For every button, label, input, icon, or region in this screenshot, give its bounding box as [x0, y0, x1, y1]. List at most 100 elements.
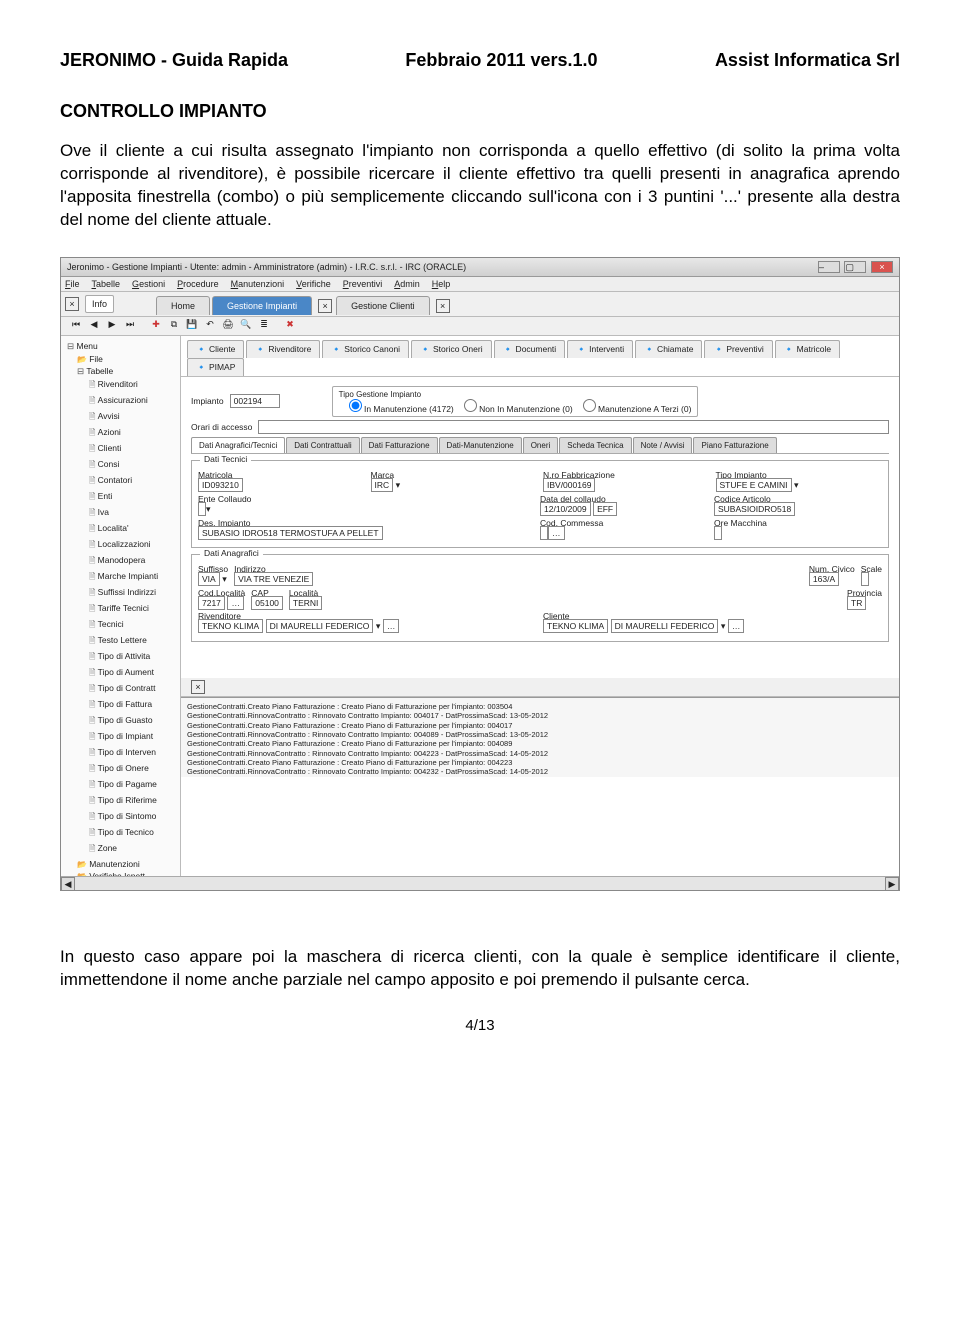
tree-node[interactable]: Assicurazioni [63, 394, 178, 410]
subtab-cliente[interactable]: 🔹 Cliente [187, 340, 244, 358]
tab-gestione-clienti[interactable]: Gestione Clienti [336, 296, 430, 315]
tree-node[interactable]: Avvisi [63, 410, 178, 426]
tree-node[interactable]: Tipo di Fattura [63, 698, 178, 714]
info-button[interactable]: Info [85, 295, 114, 313]
cliente-dropdown-icon[interactable]: ▾ [721, 621, 726, 631]
tree-node[interactable]: Contatori [63, 474, 178, 490]
menu-admin[interactable]: Admin [394, 279, 420, 289]
cap-field[interactable]: 05100 [251, 596, 283, 610]
tree-node[interactable]: Marche Impianti [63, 570, 178, 586]
codice-field[interactable]: SUBASIOIDRO518 [714, 502, 795, 516]
tree-node[interactable]: Azioni [63, 426, 178, 442]
horizontal-scrollbar[interactable]: ◀ ▶ [61, 876, 899, 890]
tree-node[interactable]: Tipo di Onere [63, 762, 178, 778]
marca-field[interactable]: IRC [371, 478, 394, 492]
close-icon[interactable]: × [871, 261, 893, 273]
search-icon[interactable]: 🔍 [239, 319, 253, 333]
des-field[interactable]: SUBASIO IDRO518 TERMOSTUFA A PELLET [198, 526, 383, 540]
menu-procedure[interactable]: Procedure [177, 279, 219, 289]
tree-node[interactable]: Localita' [63, 522, 178, 538]
tree-node[interactable]: Verifiche Ispett [63, 870, 178, 876]
tipo-field[interactable]: STUFE E CAMINI [716, 478, 792, 492]
tree-node[interactable]: Tabelle [63, 365, 178, 378]
menu-help[interactable]: Help [432, 279, 451, 289]
tree-node[interactable]: Tecnici [63, 618, 178, 634]
tree-node[interactable]: Tipo di Interven [63, 746, 178, 762]
ente-dropdown-icon[interactable]: ▾ [206, 504, 211, 514]
tab-close-icon[interactable]: × [436, 299, 450, 313]
subtab-interventi[interactable]: 🔹 Interventi [567, 340, 633, 358]
matricola-field[interactable]: ID093210 [198, 478, 243, 492]
ore-field[interactable] [714, 526, 722, 540]
log-close-icon[interactable]: × [191, 680, 205, 694]
prev-icon[interactable]: ◀ [87, 319, 101, 333]
suffisso-field[interactable]: VIA [198, 572, 220, 586]
tree-node[interactable]: Enti [63, 490, 178, 506]
save-icon[interactable]: 💾 [185, 319, 199, 333]
list-icon[interactable]: ≣ [257, 319, 271, 333]
inner-tab[interactable]: Dati Anagrafici/Tecnici [191, 437, 285, 453]
tree-node[interactable]: Tipo di Attivita [63, 650, 178, 666]
indirizzo-field[interactable]: VIA TRE VENEZIE [234, 572, 313, 586]
tree-node[interactable]: Tipo di Pagame [63, 778, 178, 794]
suffisso-dropdown-icon[interactable]: ▾ [222, 574, 227, 584]
inner-tab[interactable]: Dati Contrattuali [286, 437, 359, 453]
rivenditore-dropdown-icon[interactable]: ▾ [376, 621, 381, 631]
rivenditore-lookup-button[interactable]: … [383, 619, 400, 633]
menu-tabelle[interactable]: Tabelle [92, 279, 121, 289]
maximize-icon[interactable]: ▢ [844, 261, 866, 273]
scroll-right-icon[interactable]: ▶ [885, 877, 899, 891]
tree-node[interactable]: Tipo di Sintomo [63, 810, 178, 826]
tree-node[interactable]: Tipo di Riferime [63, 794, 178, 810]
copy-icon[interactable]: ⧉ [167, 319, 181, 333]
marca-dropdown-icon[interactable]: ▾ [396, 480, 401, 490]
tree-node[interactable]: Tariffe Tecnici [63, 602, 178, 618]
tree-node[interactable]: Tipo di Aument [63, 666, 178, 682]
subtab-chiamate[interactable]: 🔹 Chiamate [635, 340, 702, 358]
last-icon[interactable]: ⏭ [123, 319, 137, 333]
radio-option[interactable]: Manutenzione A Terzi (0) [583, 404, 692, 414]
codloc-lookup-button[interactable]: … [227, 596, 244, 610]
radio-option[interactable]: Non In Manutenzione (0) [464, 404, 573, 414]
inner-tab[interactable]: Scheda Tecnica [559, 437, 631, 453]
cliente-field[interactable]: TEKNO KLIMA [543, 619, 608, 633]
tree-node[interactable]: Clienti [63, 442, 178, 458]
rivenditore-detail-field[interactable]: DI MAURELLI FEDERICO [266, 619, 374, 633]
subtab-documenti[interactable]: 🔹 Documenti [494, 340, 566, 358]
radio-option[interactable]: In Manutenzione (4172) [349, 404, 454, 414]
subtab-matricole[interactable]: 🔹 Matricole [775, 340, 840, 358]
menu-preventivi[interactable]: Preventivi [343, 279, 383, 289]
subtab-preventivi[interactable]: 🔹 Preventivi [704, 340, 772, 358]
commessa-field[interactable] [540, 526, 548, 540]
tree-node[interactable]: Localizzazioni [63, 538, 178, 554]
rivenditore-field[interactable]: TEKNO KLIMA [198, 619, 263, 633]
tree-node[interactable]: Tipo di Tecnico [63, 826, 178, 842]
subtab-storico-oneri[interactable]: 🔹 Storico Oneri [411, 340, 492, 358]
subtab-rivenditore[interactable]: 🔹 Rivenditore [246, 340, 320, 358]
tree-node[interactable]: File [63, 353, 178, 365]
codloc-field[interactable]: 7217 [198, 596, 225, 610]
commessa-lookup-button[interactable]: … [548, 526, 565, 540]
tree-node[interactable]: Menu [63, 340, 178, 353]
subtab-storico-canoni[interactable]: 🔹 Storico Canoni [322, 340, 409, 358]
tab-gestione-impianti[interactable]: Gestione Impianti [212, 296, 312, 315]
orari-field[interactable] [258, 420, 889, 434]
menu-manutenzioni[interactable]: Manutenzioni [231, 279, 285, 289]
tree-node[interactable]: Suffissi Indirizzi [63, 586, 178, 602]
tree-node[interactable]: Zone [63, 842, 178, 858]
sidebar-tree[interactable]: MenuFileTabelleRivenditoriAssicurazioniA… [61, 336, 181, 876]
tree-node[interactable]: Rivenditori [63, 378, 178, 394]
tab-close-icon[interactable]: × [318, 299, 332, 313]
tree-node[interactable]: Tipo di Impiant [63, 730, 178, 746]
subtab-pimap[interactable]: 🔹 PIMAP [187, 358, 244, 376]
inner-tab[interactable]: Dati-Manutenzione [439, 437, 522, 453]
inner-tab[interactable]: Note / Avvisi [633, 437, 693, 453]
detail-tabs[interactable]: 🔹 Cliente🔹 Rivenditore🔹 Storico Canoni🔹 … [181, 336, 899, 377]
tree-node[interactable]: Manodopera [63, 554, 178, 570]
cliente-detail-field[interactable]: DI MAURELLI FEDERICO [611, 619, 719, 633]
delete-icon[interactable]: ✖ [283, 319, 297, 333]
cliente-lookup-button[interactable]: … [728, 619, 745, 633]
tree-node[interactable]: Testo Lettere [63, 634, 178, 650]
scroll-left-icon[interactable]: ◀ [61, 877, 75, 891]
provincia-field[interactable]: TR [847, 596, 866, 610]
